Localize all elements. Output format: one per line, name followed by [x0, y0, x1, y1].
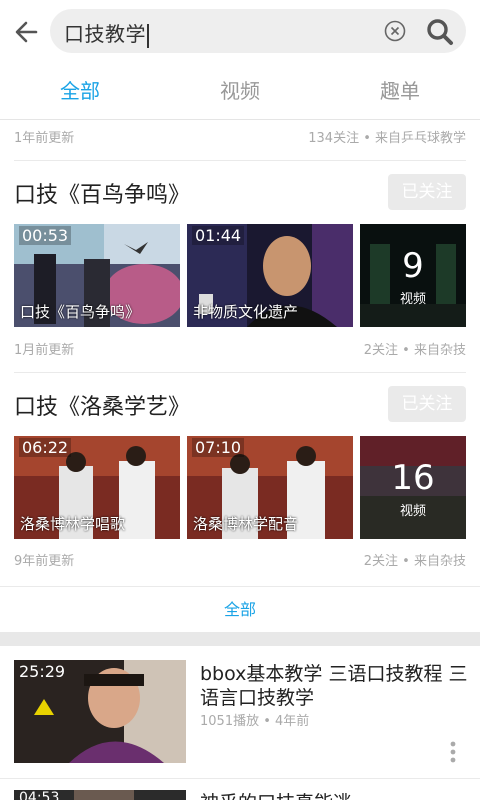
more-options-icon[interactable] — [448, 740, 458, 764]
clear-icon[interactable] — [384, 20, 406, 42]
video-thumbnail[interactable]: 25:29 — [14, 660, 186, 763]
playlist-count-thumbnail[interactable]: 9 视频 — [360, 224, 466, 327]
playlist-meta: 1月前更新 2关注 • 来自杂技 — [14, 332, 466, 370]
text-cursor — [147, 23, 149, 48]
video-thumbnail[interactable]: 07:10 洛桑博林学配音 — [187, 436, 353, 539]
tab-all[interactable]: 全部 — [0, 62, 160, 119]
playlist-title[interactable]: 口技《洛桑学艺》 — [14, 389, 190, 421]
update-time: 1月前更新 — [14, 343, 75, 358]
tab-video[interactable]: 视频 — [160, 62, 320, 119]
video-thumbnail[interactable]: 01:44 非物质文化遗产 — [187, 224, 353, 327]
video-count: 16 — [391, 458, 435, 498]
follow-source: 134关注 • 来自乒乓球教学 — [308, 131, 466, 146]
video-title[interactable]: 神乎的口技真能逃 — [200, 788, 352, 800]
duration: 06:22 — [19, 438, 72, 457]
followed-button[interactable]: 已关注 — [388, 386, 466, 422]
video-caption: 非物质文化遗产 — [193, 303, 299, 321]
video-count-label: 视频 — [399, 292, 426, 307]
back-arrow-icon[interactable] — [10, 14, 46, 50]
video-caption: 洛桑博林学唱歌 — [20, 515, 126, 533]
search-input[interactable]: 口技教学 — [64, 18, 149, 48]
video-meta: 1051播放 • 4年前 — [200, 714, 310, 729]
show-all-link[interactable]: 全部 — [0, 586, 480, 632]
playlist-meta: 1年前更新 134关注 • 来自乒乓球教学 — [14, 120, 466, 158]
search-icon[interactable] — [425, 17, 455, 47]
video-thumbnail[interactable]: 06:22 洛桑博林学唱歌 — [14, 436, 180, 539]
duration: 25:29 — [19, 662, 66, 681]
duration: 01:44 — [192, 226, 245, 245]
update-time: 1年前更新 — [14, 131, 75, 146]
video-caption: 口技《百鸟争鸣》 — [20, 303, 141, 321]
follow-source: 2关注 • 来自杂技 — [363, 554, 466, 569]
video-caption: 洛桑博林学配音 — [193, 515, 299, 533]
divider — [14, 372, 466, 373]
followed-button[interactable]: 已关注 — [388, 174, 466, 210]
update-time: 9年前更新 — [14, 554, 75, 569]
duration: 04:53 — [19, 790, 60, 800]
tab-bar: 全部 视频 趣单 — [0, 62, 480, 120]
tab-playlist[interactable]: 趣单 — [320, 62, 480, 119]
top-bar: 口技教学 — [0, 0, 480, 62]
divider — [14, 160, 466, 161]
playlist-count-thumbnail[interactable]: 16 视频 — [360, 436, 466, 539]
duration: 07:10 — [192, 438, 245, 457]
divider — [0, 778, 480, 779]
playlist-title[interactable]: 口技《百鸟争鸣》 — [14, 177, 190, 209]
search-box[interactable]: 口技教学 — [50, 9, 466, 53]
duration: 00:53 — [19, 226, 72, 245]
playlist-meta: 9年前更新 2关注 • 来自杂技 — [14, 543, 466, 581]
section-separator — [0, 632, 480, 646]
video-count-label: 视频 — [399, 504, 426, 519]
video-thumbnail[interactable]: 04:53 — [14, 790, 186, 800]
follow-source: 2关注 • 来自杂技 — [363, 343, 466, 358]
video-thumbnail[interactable]: 00:53 口技《百鸟争鸣》 — [14, 224, 180, 327]
video-title[interactable]: bbox基本教学 三语口技教程 三语言口技教学 — [200, 662, 470, 710]
video-count: 9 — [402, 246, 424, 286]
